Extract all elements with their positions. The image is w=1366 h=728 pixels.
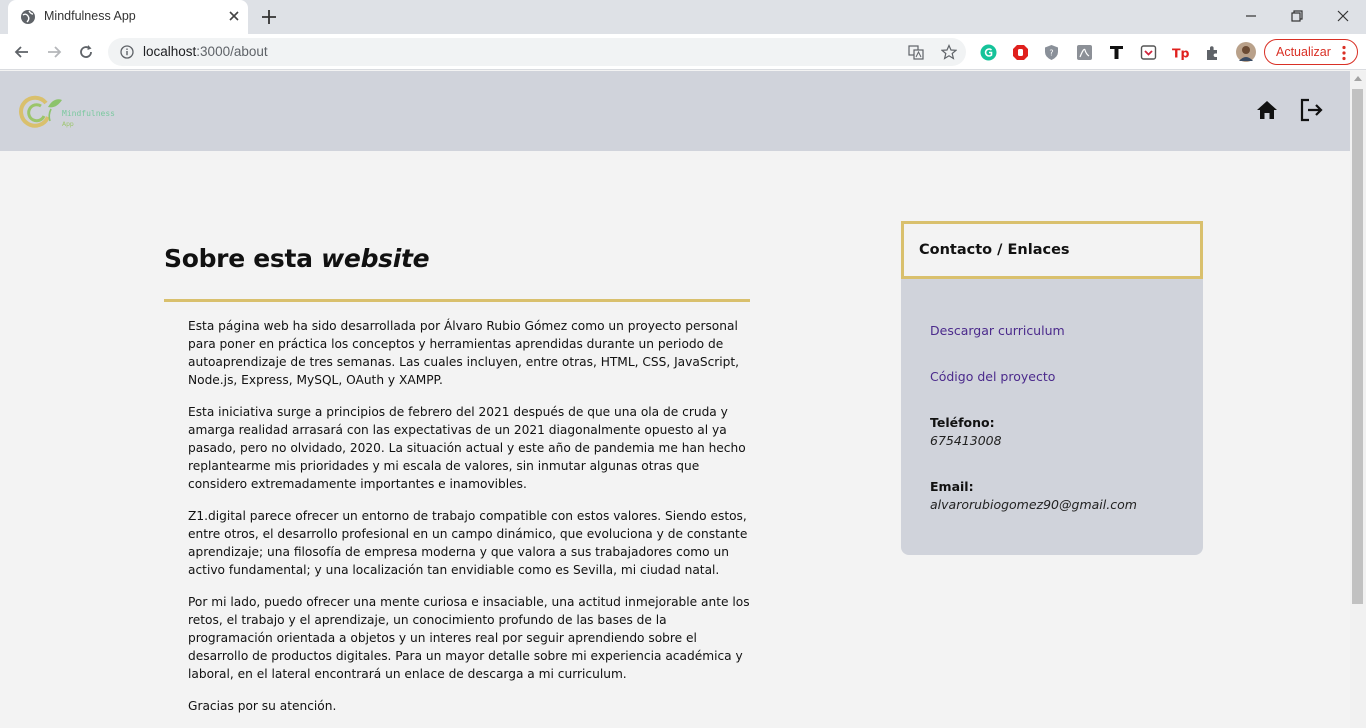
contact-card: Contacto / Enlaces Descargar curriculum … — [901, 221, 1203, 555]
menu-dots-icon — [1342, 45, 1346, 61]
profile-avatar[interactable] — [1236, 42, 1256, 62]
url-path: :3000/about — [196, 44, 268, 59]
scroll-thumb[interactable] — [1352, 89, 1363, 604]
title-plain: Sobre esta — [164, 244, 322, 273]
page-scrollbar[interactable] — [1350, 71, 1366, 728]
title-divider — [164, 299, 750, 302]
email-label: Email: — [930, 479, 974, 494]
back-icon[interactable] — [12, 42, 32, 62]
about-paragraph: Z1.digital parece ofrecer un entorno de … — [188, 509, 748, 577]
site-header: Mindfulness App — [0, 71, 1350, 151]
svg-text:App: App — [62, 121, 74, 128]
address-bar[interactable]: localhost:3000/about — [108, 38, 966, 66]
adblock-icon[interactable] — [1012, 44, 1029, 61]
scroll-up-icon[interactable] — [1354, 75, 1362, 81]
url-text: localhost:3000/about — [143, 44, 268, 59]
about-paragraph: Esta iniciativa surge a principios de fe… — [188, 405, 746, 491]
svg-text:Mindfulness: Mindfulness — [62, 109, 115, 118]
close-window-icon[interactable] — [1335, 8, 1351, 24]
reload-icon[interactable] — [76, 42, 96, 62]
home-icon[interactable] — [1255, 98, 1279, 122]
grammarly-icon[interactable] — [980, 44, 997, 61]
font-extension-icon[interactable] — [1108, 44, 1125, 61]
contact-title: Contacto / Enlaces — [919, 242, 1070, 258]
mindfulness-logo[interactable]: Mindfulness App — [18, 87, 128, 135]
browser-tabbar: Mindfulness App — [0, 0, 1366, 34]
download-cv-link[interactable]: Descargar curriculum — [930, 323, 1065, 338]
email-value: alvarorubiogomez90@gmail.com — [930, 497, 1137, 512]
close-tab-icon[interactable] — [226, 8, 242, 24]
browser-tab[interactable]: Mindfulness App — [8, 0, 248, 34]
pocket-icon[interactable] — [1140, 44, 1157, 61]
globe-icon — [21, 10, 35, 24]
extensions-puzzle-icon[interactable] — [1204, 44, 1221, 61]
title-emphasis: website — [321, 244, 430, 273]
forward-icon[interactable] — [44, 42, 64, 62]
update-button[interactable]: Actualizar — [1264, 39, 1358, 65]
phone-value: 675413008 — [930, 433, 1002, 448]
logout-icon[interactable] — [1298, 97, 1324, 123]
about-paragraph: Gracias por su atención. — [188, 699, 337, 713]
translate-icon[interactable] — [908, 44, 924, 60]
new-tab-icon[interactable] — [260, 8, 278, 26]
url-host: localhost — [143, 44, 197, 59]
tp-extension-icon[interactable]: Tp — [1172, 44, 1189, 61]
tab-title: Mindfulness App — [44, 9, 136, 23]
contact-card-header: Contacto / Enlaces — [901, 221, 1203, 279]
svg-text:?: ? — [1049, 49, 1053, 58]
restore-icon[interactable] — [1289, 8, 1305, 24]
browser-toolbar: localhost:3000/about ? Tp Actualizar — [0, 34, 1366, 70]
update-label: Actualizar — [1276, 45, 1331, 59]
about-paragraph: Esta página web ha sido desarrollada por… — [188, 319, 740, 387]
svg-text:Tp: Tp — [1172, 46, 1189, 61]
pdf-icon[interactable] — [1076, 44, 1093, 61]
info-icon[interactable] — [120, 45, 134, 59]
page-title: Sobre esta website — [164, 244, 430, 273]
phone-label: Teléfono: — [930, 415, 995, 430]
about-paragraph: Por mi lado, puedo ofrecer una mente cur… — [188, 595, 750, 681]
minimize-icon[interactable] — [1243, 8, 1259, 24]
project-code-link[interactable]: Código del proyecto — [930, 369, 1055, 384]
about-content: Esta página web ha sido desarrollada por… — [188, 317, 753, 728]
bookmark-star-icon[interactable] — [941, 44, 957, 60]
shield-icon[interactable]: ? — [1043, 44, 1060, 61]
